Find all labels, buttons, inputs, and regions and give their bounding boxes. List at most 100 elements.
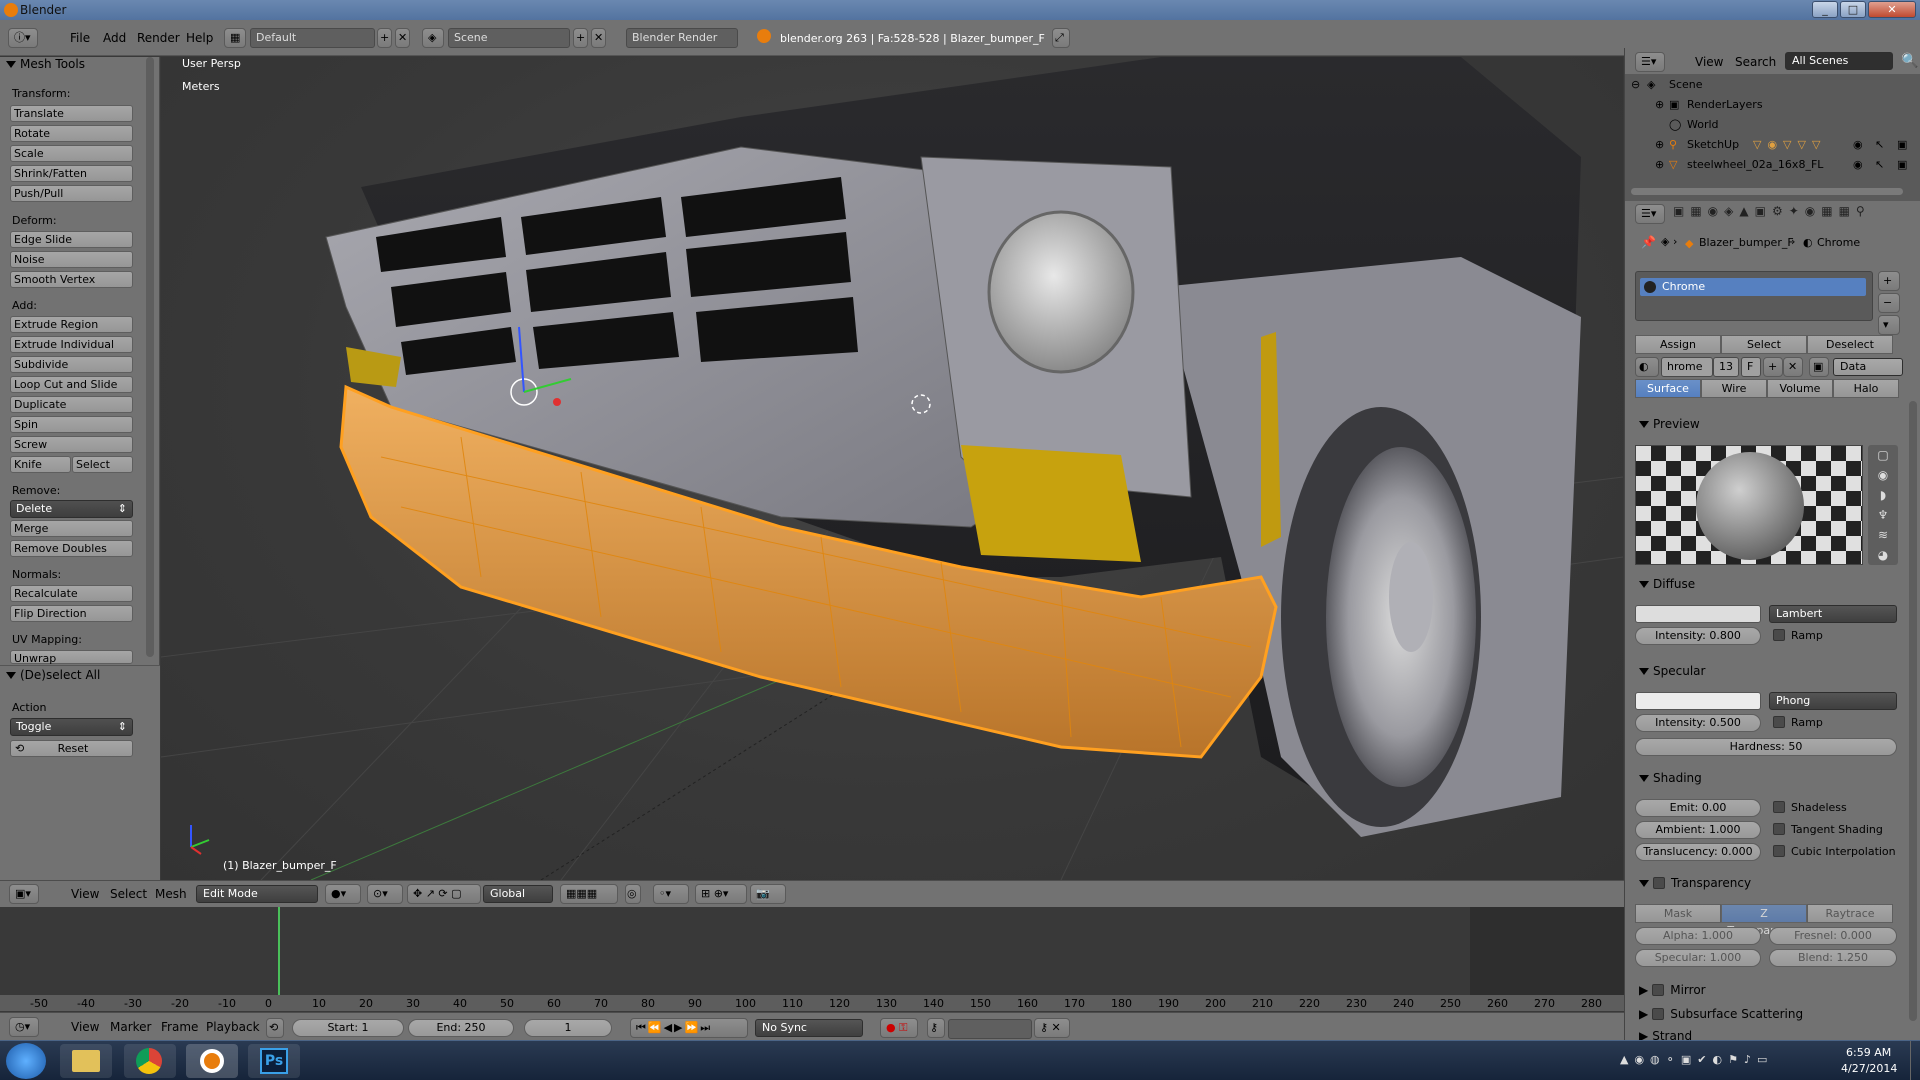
transparency-specular-field[interactable]: Specular: 1.000	[1635, 949, 1761, 967]
mesh-select-mode-icon[interactable]: ◦▾	[653, 884, 689, 904]
shrink-fatten-button[interactable]: Shrink/Fatten	[10, 165, 133, 182]
pivot-point-icon[interactable]: ⊙▾	[367, 884, 403, 904]
close-button[interactable]: ✕	[1868, 1, 1916, 18]
menu-render[interactable]: Render	[137, 31, 180, 45]
specular-intensity-field[interactable]: Intensity: 0.500	[1635, 714, 1761, 732]
menu-view[interactable]: View	[71, 1020, 99, 1034]
link-select[interactable]: Data	[1833, 358, 1903, 376]
taskbar-explorer[interactable]	[60, 1044, 112, 1078]
deselect-button[interactable]: Deselect	[1807, 335, 1893, 354]
smooth-vertex-button[interactable]: Smooth Vertex	[10, 271, 133, 288]
proportional-editing-icon[interactable]: ◎	[625, 884, 641, 904]
spin-button[interactable]: Spin	[10, 416, 133, 433]
recalculate-button[interactable]: Recalculate	[10, 585, 133, 602]
remove-layout-icon[interactable]: ✕	[395, 28, 410, 48]
sss-checkbox[interactable]	[1652, 1008, 1665, 1020]
merge-button[interactable]: Merge	[10, 520, 133, 537]
cubic-interpolation-checkbox[interactable]: Cubic Interpolation	[1773, 845, 1896, 858]
hardness-field[interactable]: Hardness: 50	[1635, 738, 1897, 756]
expand-icon[interactable]: ⊕	[1655, 158, 1664, 171]
end-frame-field[interactable]: End: 250	[408, 1019, 514, 1037]
timeline-ruler[interactable]: -50 -40 -30 -20 -10 0 10 20 30 40 50 60 70 80 90 100 110…	[0, 995, 1624, 1011]
search-icon[interactable]: 🔍	[1901, 53, 1918, 69]
mask-tab[interactable]: Mask	[1635, 904, 1721, 923]
add-slot-button[interactable]: +	[1878, 271, 1900, 291]
screen-layout-icon[interactable]: ▦	[224, 28, 246, 48]
shading-panel-header[interactable]: Shading	[1639, 771, 1702, 785]
visibility-eye-icon[interactable]: ◉	[1853, 138, 1863, 151]
mirror-checkbox[interactable]	[1652, 984, 1665, 996]
menu-view[interactable]: View	[1695, 55, 1723, 69]
minimize-button[interactable]: _	[1812, 1, 1838, 18]
rotate-button[interactable]: Rotate	[10, 125, 133, 142]
reset-button[interactable]: ⟲ Reset	[10, 740, 133, 757]
translate-button[interactable]: Translate	[10, 105, 133, 122]
unlink-material-icon[interactable]: ✕	[1783, 357, 1803, 377]
render-view-icons[interactable]: 📷	[750, 884, 786, 904]
specular-panel-header[interactable]: Specular	[1639, 664, 1705, 678]
keying-set-icon[interactable]: ⚷	[927, 1018, 945, 1038]
screen-layout-field[interactable]: Default	[250, 28, 375, 48]
properties-context-tabs[interactable]: ▣▦◉◈▲▣⚙✦◉▦▦⚲	[1673, 204, 1913, 224]
record-icon[interactable]: ● ⚿	[880, 1018, 918, 1038]
outliner-row-world[interactable]: ◯ World	[1625, 118, 1920, 138]
editor-type-icon[interactable]: ☰▾	[1635, 52, 1665, 72]
screw-button[interactable]: Screw	[10, 436, 133, 453]
slot-menu-button[interactable]: ▾	[1878, 315, 1900, 335]
expand-icon[interactable]: ⊕	[1655, 138, 1664, 151]
shadeless-checkbox[interactable]: Shadeless	[1773, 801, 1847, 814]
preview-range-icon[interactable]: ⟲	[266, 1018, 284, 1038]
wire-tab[interactable]: Wire	[1701, 379, 1767, 398]
diffuse-color-swatch[interactable]	[1635, 605, 1761, 623]
subdivide-button[interactable]: Subdivide	[10, 356, 133, 373]
start-button[interactable]	[6, 1043, 46, 1079]
scene-field[interactable]: Scene	[448, 28, 570, 48]
system-tray-icons[interactable]: ▲◉◍⚬▣✔◐⚑♪▭	[1620, 1053, 1773, 1066]
remove-scene-icon[interactable]: ✕	[591, 28, 606, 48]
transform-orientation-select[interactable]: Global	[483, 885, 553, 903]
render-icon[interactable]: ▣	[1897, 138, 1907, 151]
object-breadcrumb[interactable]: Blazer_bumper_F	[1699, 236, 1794, 249]
manipulator-icons[interactable]: ✥ ↗ ⟳ ▢	[407, 884, 481, 904]
new-material-icon[interactable]: +	[1763, 357, 1783, 377]
outliner-row-scene[interactable]: ⊖ ◈ Scene	[1625, 78, 1920, 98]
specular-ramp-checkbox[interactable]: Ramp	[1773, 716, 1823, 729]
menu-view[interactable]: View	[71, 887, 99, 901]
timeline-area[interactable]: -50 -40 -30 -20 -10 0 10 20 30 40 50 60 70 80 90 100 110…	[0, 907, 1624, 1027]
knife-select-button[interactable]: Select	[72, 456, 133, 473]
fake-user-toggle[interactable]: F	[1741, 357, 1761, 377]
diffuse-shader-select[interactable]: Lambert	[1769, 605, 1897, 623]
emit-field[interactable]: Emit: 0.00	[1635, 799, 1761, 817]
alpha-field[interactable]: Alpha: 1.000	[1635, 927, 1761, 945]
snap-icons[interactable]: ⊞ ⊕▾	[695, 884, 747, 904]
clock-time[interactable]: 6:59 AM	[1846, 1046, 1891, 1059]
editor-type-icon[interactable]: ◷▾	[9, 1017, 39, 1037]
sync-select[interactable]: No Sync	[755, 1019, 863, 1037]
volume-tab[interactable]: Volume	[1767, 379, 1833, 398]
diffuse-panel-header[interactable]: Diffuse	[1639, 577, 1695, 591]
menu-frame[interactable]: Frame	[161, 1020, 198, 1034]
delete-select[interactable]: Delete ⇕	[10, 500, 133, 518]
pin-icon[interactable]: 📌	[1641, 235, 1656, 249]
edge-slide-button[interactable]: Edge Slide	[10, 231, 133, 248]
extrude-individual-button[interactable]: Extrude Individual	[10, 336, 133, 353]
playback-controls[interactable]: ⏮⏪◀▶⏩⏭	[630, 1018, 748, 1038]
collapse-icon[interactable]: ⊖	[1631, 78, 1640, 91]
outliner-row-sketchup[interactable]: ⊕ ⚲ SketchUp ▽◉▽▽▽ ◉ ↖ ▣	[1625, 138, 1920, 158]
sss-panel-header[interactable]: ▶ Subsurface Scattering	[1639, 1007, 1803, 1021]
noise-button[interactable]: Noise	[10, 251, 133, 268]
viewport-shading-icon[interactable]: ●▾	[325, 884, 361, 904]
outliner-row-steelwheel[interactable]: ⊕ ▽ steelwheel_02a_16x8_FL ◉ ↖ ▣	[1625, 158, 1920, 178]
specular-color-swatch[interactable]	[1635, 692, 1761, 710]
translucency-field[interactable]: Translucency: 0.000	[1635, 843, 1761, 861]
current-frame-field[interactable]: 1	[524, 1019, 612, 1037]
node-material-icon[interactable]: ▣	[1809, 357, 1829, 377]
transparency-checkbox[interactable]	[1653, 877, 1665, 889]
outliner-row-renderlayers[interactable]: ⊕ ▣ RenderLayers	[1625, 98, 1920, 118]
fullscreen-icon[interactable]: ⤢	[1052, 28, 1070, 48]
extrude-region-button[interactable]: Extrude Region	[10, 316, 133, 333]
menu-mesh[interactable]: Mesh	[155, 887, 187, 901]
diffuse-intensity-field[interactable]: Intensity: 0.800	[1635, 627, 1761, 645]
menu-help[interactable]: Help	[186, 31, 213, 45]
fresnel-field[interactable]: Fresnel: 0.000	[1769, 927, 1897, 945]
